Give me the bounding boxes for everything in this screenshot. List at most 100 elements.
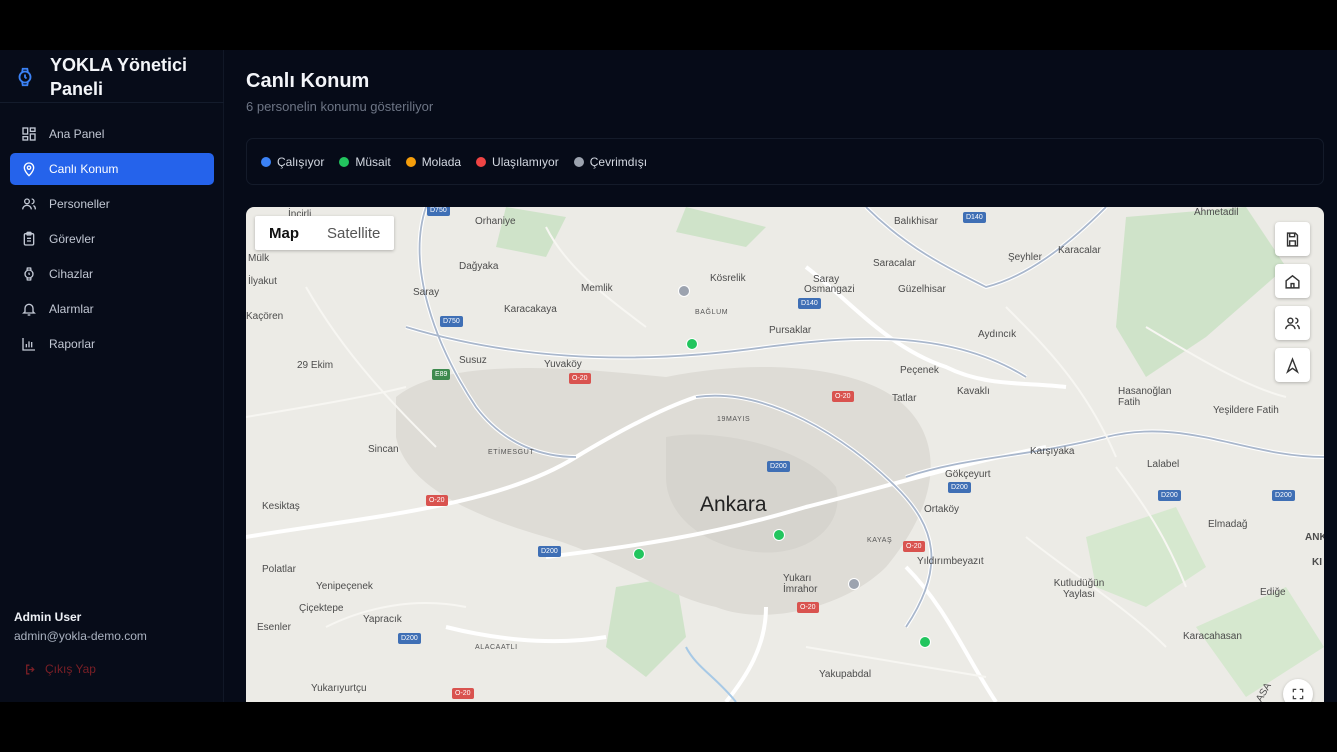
app-window: YOKLA Yönetici Paneli Ana Panel Canlı Ko…	[0, 50, 1337, 702]
show-personnel-button[interactable]	[1275, 306, 1310, 340]
sidebar-item-label: Cihazlar	[49, 267, 94, 281]
sidebar-item-alarmlar[interactable]: Alarmlar	[10, 293, 214, 325]
map-label: Susuz	[459, 355, 487, 366]
map-label: Yukarıyurtçu	[311, 683, 367, 694]
map-label: Aydıncık	[978, 329, 1017, 340]
bell-icon	[22, 303, 36, 316]
user-name: Admin User	[14, 610, 82, 624]
map-label: Sincan	[368, 444, 399, 455]
map-label: KI	[1312, 557, 1322, 568]
map-label: Tatlar	[892, 393, 917, 404]
sidebar-item-label: Raporlar	[49, 337, 96, 351]
legend-item-musait: Müsait	[339, 154, 391, 169]
legend-label: Müsait	[355, 154, 391, 169]
personnel-marker[interactable]	[773, 529, 785, 541]
sidebar-item-cihazlar[interactable]: Cihazlar	[10, 258, 214, 290]
map-label: ETİMESGUT	[488, 449, 535, 456]
legend-label: Molada	[421, 154, 462, 169]
location-pin-icon	[23, 162, 35, 177]
fullscreen-icon	[1292, 688, 1304, 700]
home-button[interactable]	[1275, 264, 1310, 298]
bar-chart-icon	[22, 338, 35, 351]
home-icon	[1285, 274, 1300, 289]
road-badge: D200	[398, 633, 421, 644]
map-type-satellite-button[interactable]: Satellite	[313, 216, 394, 250]
personnel-marker[interactable]	[678, 285, 690, 297]
map-label: Ediğe	[1260, 587, 1286, 598]
letterbox-top	[0, 0, 1337, 50]
sidebar-item-canli-konum[interactable]: Canlı Konum	[10, 153, 214, 185]
map-label: Mülk	[248, 253, 270, 264]
road-badge: D200	[767, 461, 790, 472]
logout-label: Çıkış Yap	[45, 662, 96, 676]
road-badge: O-20	[452, 688, 474, 699]
map-label: Kavaklı	[957, 386, 990, 397]
map-label: Esenler	[257, 622, 291, 633]
legend-label: Çevrimdışı	[589, 154, 648, 169]
legend-item-cevrimdisi: Çevrimdışı	[573, 154, 648, 169]
sidebar-item-label: Görevler	[49, 232, 96, 246]
grid-icon	[22, 127, 36, 141]
divider	[0, 102, 224, 103]
map-label: Ahmetadil	[1194, 207, 1239, 218]
page-subtitle: 6 personelin konumu gösteriliyor	[246, 99, 434, 114]
logout-icon	[26, 664, 35, 674]
personnel-marker[interactable]	[633, 548, 645, 560]
map-label: Yeşildere Fatih	[1213, 405, 1279, 416]
road-badge: D200	[538, 546, 561, 557]
road-badge: O-20	[832, 391, 854, 402]
map-label: KAYAŞ	[867, 537, 893, 544]
watch-icon	[24, 267, 34, 281]
road-badge: O-20	[569, 373, 591, 384]
sidebar-nav: Ana Panel Canlı Konum Personeller Görevl…	[10, 118, 214, 363]
personnel-marker[interactable]	[848, 578, 860, 590]
road-badge: D140	[963, 212, 986, 223]
sidebar-item-ana-panel[interactable]: Ana Panel	[10, 118, 214, 150]
map-label: Yakupabdal	[819, 669, 872, 680]
map-label: Peçenek	[900, 365, 939, 376]
personnel-marker[interactable]	[919, 636, 931, 648]
sidebar-item-gorevler[interactable]: Görevler	[10, 223, 214, 255]
fullscreen-button[interactable]	[1283, 679, 1313, 702]
map-label: Orhaniye	[475, 216, 516, 227]
map-label: Çiçektepe	[299, 603, 344, 614]
map-label: Yukarı İmrahor	[783, 573, 818, 595]
road-badge: O-20	[797, 602, 819, 613]
sidebar-item-personeller[interactable]: Personeller	[10, 188, 214, 220]
map-label: Karacalar	[1058, 245, 1101, 256]
legend-label: Ulaşılamıyor	[492, 154, 559, 169]
map-label: Kösrelik	[710, 273, 746, 284]
map-label: 29 Ekim	[297, 360, 334, 371]
map-label: İlyakut	[248, 276, 277, 287]
map-label: Lalabel	[1147, 459, 1180, 470]
personnel-marker[interactable]	[686, 338, 698, 350]
sidebar-item-raporlar[interactable]: Raporlar	[10, 328, 214, 360]
letterbox-bottom	[0, 702, 1337, 752]
road-badge: D750	[427, 207, 450, 216]
live-location-map[interactable]: İncirli Orhaniye Balıkhisar Ahmetadil Mü…	[246, 207, 1324, 702]
save-view-button[interactable]	[1275, 222, 1310, 256]
map-label: Karacakaya	[504, 304, 557, 315]
watch-icon	[18, 67, 32, 87]
map-type-toggle: Map Satellite	[255, 216, 395, 250]
clipboard-icon	[23, 231, 35, 246]
legend-label: Çalışıyor	[277, 154, 325, 169]
map-type-map-button[interactable]: Map	[255, 216, 313, 250]
sidebar-item-label: Alarmlar	[49, 302, 94, 316]
legend-dot	[573, 156, 584, 167]
map-label: Kesiktaş	[262, 501, 300, 512]
navigation-arrow-icon	[1286, 356, 1299, 374]
navigation-button[interactable]	[1275, 348, 1310, 382]
map-label: Hasanoğlan Fatih	[1118, 386, 1172, 408]
map-base	[246, 207, 1324, 702]
legend-item-ulasilamiyor: Ulaşılamıyor	[476, 155, 559, 169]
map-label: Şeyhler	[1008, 252, 1042, 263]
map-label: Polatlar	[262, 564, 296, 575]
map-label: BAĞLUM	[695, 309, 729, 316]
road-badge: E89	[432, 369, 451, 380]
logout-button[interactable]: Çıkış Yap	[24, 662, 96, 676]
save-icon	[1286, 231, 1299, 247]
map-label: Pursaklar	[769, 325, 812, 336]
legend-item-calisiyor: Çalışıyor	[261, 155, 324, 169]
map-label: Memlik	[581, 283, 613, 294]
